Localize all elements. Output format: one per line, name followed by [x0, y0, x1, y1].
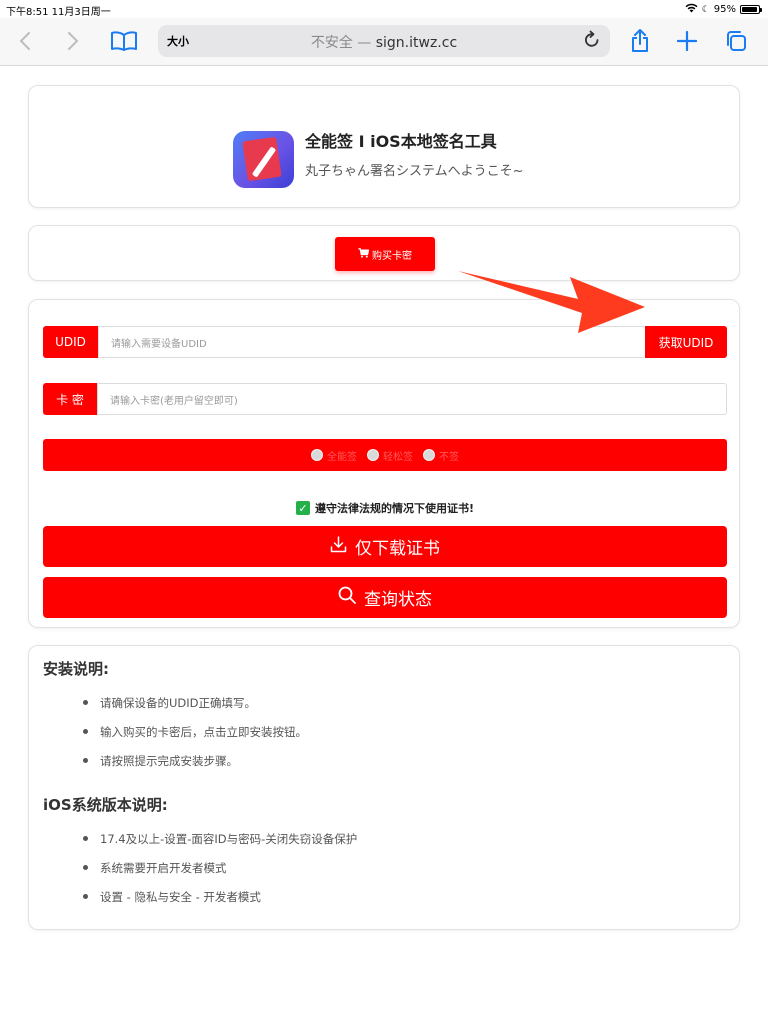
query-status-button[interactable]: 查询状态: [43, 577, 727, 618]
forward-icon[interactable]: [58, 26, 88, 56]
app-title: 全能签 I iOS本地签名工具: [305, 132, 497, 151]
list-item: 设置 - 隐私与安全 - 开发者模式: [84, 882, 357, 911]
annotation-arrow-icon: [458, 271, 645, 333]
url-domain: sign.itwz.cc: [375, 35, 458, 51]
browser-toolbar: 大小 不安全 — sign.itwz.cc: [0, 18, 768, 66]
download-certificate-button[interactable]: 仅下载证书: [43, 526, 727, 567]
card-key-row: 卡 密 请输入卡密(老用户留空即可): [43, 383, 727, 415]
option-qingsong[interactable]: 轻松签: [367, 448, 413, 463]
instructions-card: 安装说明: 请确保设备的UDID正确填写。 输入购买的卡密后，点击立即安装按钮。…: [28, 645, 740, 930]
udid-label: UDID: [43, 326, 98, 358]
wifi-icon: [685, 3, 698, 16]
card-key-label: 卡 密: [43, 383, 97, 415]
option-quanneng[interactable]: 全能签: [311, 448, 357, 463]
download-icon: [330, 535, 347, 558]
back-icon[interactable]: [10, 26, 40, 56]
sign-form-card: UDID 请输入需要设备UDID 获取UDID 卡 密 请输入卡密(老用户留空即…: [28, 299, 740, 628]
list-item: 17.4及以上-设置-面容ID与密码-关闭失窃设备保护: [84, 824, 357, 853]
buy-button-label: 购买卡密: [372, 250, 412, 262]
reload-icon[interactable]: [584, 30, 600, 53]
ios-version-heading: iOS系统版本说明:: [43, 796, 168, 814]
address-bar[interactable]: 大小 不安全 — sign.itwz.cc: [158, 25, 610, 57]
card-key-input[interactable]: 请输入卡密(老用户留空即可): [97, 383, 727, 415]
radio-icon: [311, 449, 323, 461]
download-label: 仅下载证书: [355, 539, 440, 559]
list-item: 请确保设备的UDID正确填写。: [84, 688, 307, 717]
agree-checkbox[interactable]: ✓: [295, 501, 310, 515]
get-udid-button[interactable]: 获取UDID: [645, 326, 727, 358]
query-label: 查询状态: [364, 590, 432, 610]
agree-row: ✓ 遵守法律法规的情况下使用证书!: [29, 500, 741, 516]
search-icon: [338, 586, 356, 609]
agree-text: 遵守法律法规的情况下使用证书!: [314, 502, 474, 515]
status-time-date: 下午8:51 11月3日周一: [6, 7, 111, 18]
battery-icon: [740, 5, 762, 14]
share-icon[interactable]: [625, 26, 655, 56]
new-tab-icon[interactable]: [672, 26, 702, 56]
cart-icon: [358, 247, 370, 261]
radio-icon: [367, 449, 379, 461]
option-none[interactable]: 不签: [423, 448, 459, 463]
list-item: 请按照提示完成安装步骤。: [84, 746, 307, 775]
header-card: 全能签 I iOS本地签名工具 丸子ちゃん署名システムへようこそ~: [28, 85, 740, 208]
bookmarks-icon[interactable]: [109, 26, 139, 56]
install-heading: 安装说明:: [43, 660, 109, 678]
sign-type-options: 全能签 轻松签 不签: [43, 439, 727, 471]
app-logo-icon: [233, 131, 294, 188]
list-item: 系统需要开启开发者模式: [84, 853, 357, 882]
radio-icon: [423, 449, 435, 461]
app-subtitle: 丸子ちゃん署名システムへようこそ~: [305, 164, 524, 179]
ios-version-list: 17.4及以上-设置-面容ID与密码-关闭失窃设备保护 系统需要开启开发者模式 …: [84, 824, 357, 911]
tabs-overview-icon[interactable]: [721, 26, 751, 56]
status-bar: 下午8:51 11月3日周一 ☾ 95%: [0, 0, 768, 18]
moon-icon: ☾: [701, 4, 710, 15]
buy-card-key-button[interactable]: 购买卡密: [335, 237, 435, 271]
insecure-label: 不安全 —: [310, 35, 372, 51]
install-list: 请确保设备的UDID正确填写。 输入购买的卡密后，点击立即安装按钮。 请按照提示…: [84, 688, 307, 775]
battery-percent: 95%: [713, 4, 736, 15]
list-item: 输入购买的卡密后，点击立即安装按钮。: [84, 717, 307, 746]
